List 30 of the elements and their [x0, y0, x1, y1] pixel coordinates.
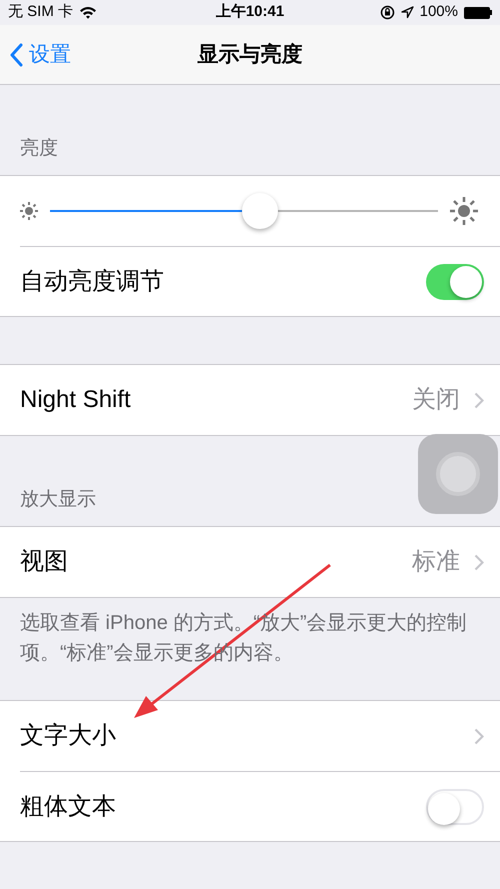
dim-sun-icon — [18, 200, 40, 222]
wifi-icon — [79, 6, 98, 19]
settings-row[interactable]: 文字大小 — [20, 701, 500, 771]
section-header: 亮度 — [20, 136, 58, 160]
toggle-switch[interactable] — [426, 264, 484, 300]
carrier-text: 无 SIM 卡 — [8, 2, 74, 22]
section-footer: 选取查看 iPhone 的方式。“放大”会显示更大的控制项。“标准”会显示更多的内容。 — [20, 608, 475, 668]
back-button[interactable]: 设置 — [10, 39, 71, 70]
row-label: 粗体文本 — [20, 792, 117, 822]
row-label: 自动亮度调节 — [20, 266, 165, 296]
brightness-slider[interactable] — [50, 193, 438, 229]
toggle-switch[interactable] — [426, 788, 484, 824]
bright-sun-icon — [448, 195, 480, 227]
rotation-lock-icon — [380, 5, 395, 20]
back-chevron-icon — [10, 42, 23, 67]
section-header: 放大显示 — [20, 488, 96, 512]
battery-percent: 100% — [420, 2, 458, 22]
location-arrow-icon — [400, 6, 414, 19]
row-label: 视图 — [20, 547, 69, 577]
status-time: 上午10:41 — [216, 2, 284, 22]
row-value: 标准 — [412, 547, 460, 577]
row-label: Night Shift — [20, 385, 132, 415]
nav-title: 显示与亮度 — [198, 42, 302, 68]
chevron-icon — [474, 728, 484, 744]
chevron-icon — [474, 554, 484, 570]
row-label: 文字大小 — [20, 721, 117, 751]
row-value: 关闭 — [412, 385, 460, 415]
battery-icon — [464, 6, 492, 18]
assistive-touch-button[interactable] — [418, 434, 498, 514]
chevron-icon — [474, 392, 484, 408]
